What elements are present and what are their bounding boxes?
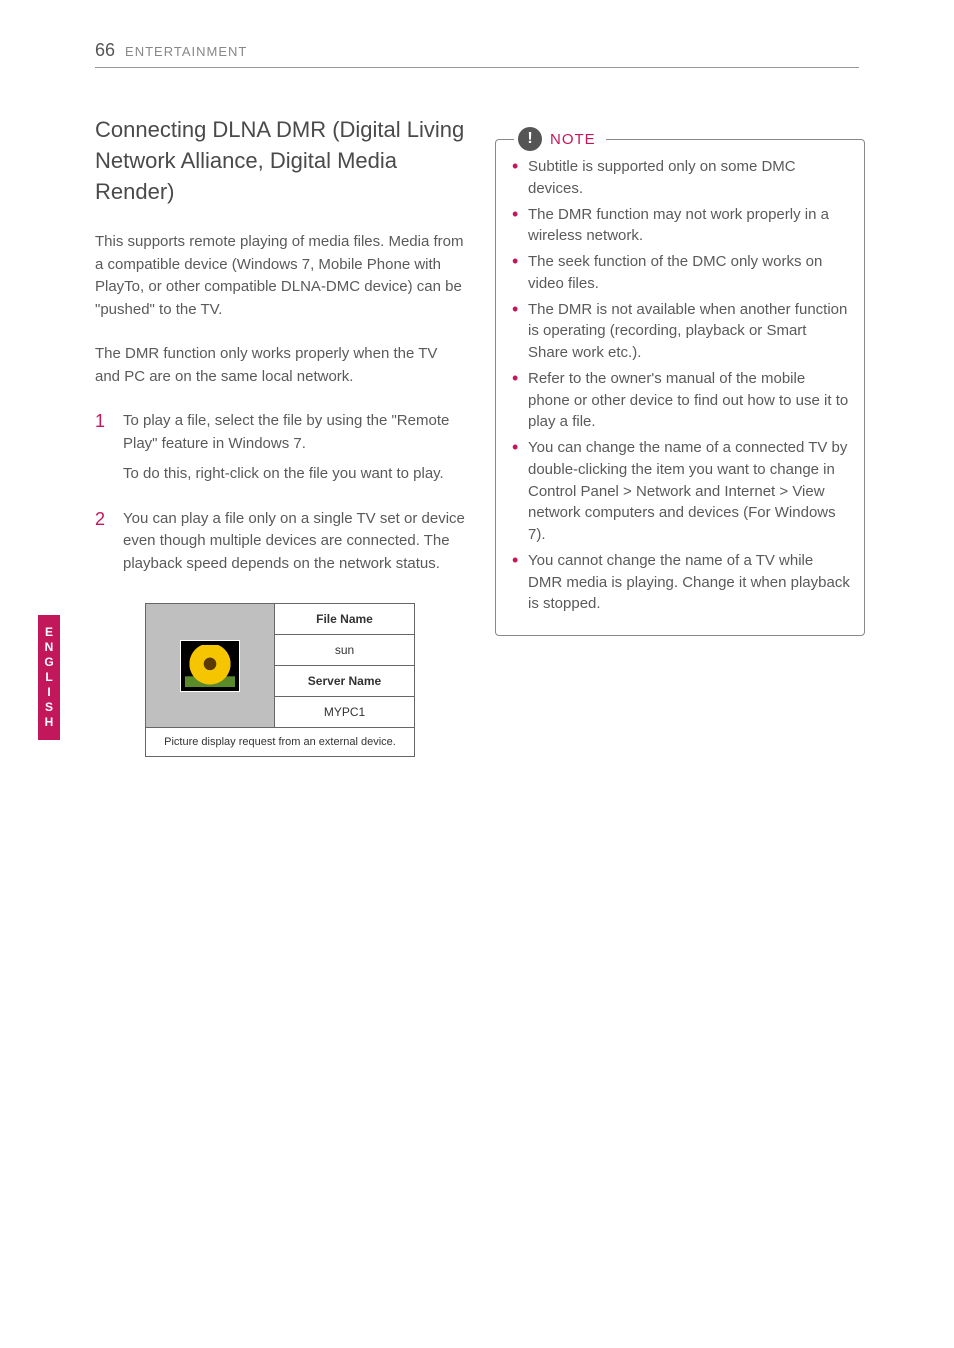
dialog-diagram: File Name sun Server Name MYPC1 Picture … [145,603,415,757]
note-item: You cannot change the name of a TV while… [510,550,850,615]
diagram-footer: Picture display request from an external… [146,727,414,756]
step-number: 2 [95,508,123,584]
left-column: Connecting DLNA DMR (Digital Living Netw… [95,115,465,757]
intro-para-1: This supports remote playing of media fi… [95,231,465,321]
note-item: The DMR is not available when another fu… [510,299,850,364]
server-name-label: Server Name [274,666,414,697]
step-number: 1 [95,410,123,494]
step-text: To do this, right-click on the file you … [123,463,465,486]
steps-list: 1 To play a file, select the file by usi… [95,410,465,583]
content-area: Connecting DLNA DMR (Digital Living Netw… [95,115,859,757]
section-name: ENTERTAINMENT [125,44,247,59]
page-number: 66 [95,40,115,61]
thumbnail-icon [180,640,240,692]
step-content: To play a file, select the file by using… [123,410,465,494]
diagram-info: File Name sun Server Name MYPC1 [274,604,414,727]
page-header: 66 ENTERTAINMENT [95,40,859,68]
step-text: To play a file, select the file by using… [123,410,465,455]
note-item: Subtitle is supported only on some DMC d… [510,156,850,200]
step-1: 1 To play a file, select the file by usi… [95,410,465,494]
note-item: The seek function of the DMC only works … [510,251,850,295]
main-heading: Connecting DLNA DMR (Digital Living Netw… [95,115,465,207]
flower-image-icon [185,645,235,687]
intro-para-2: The DMR function only works properly whe… [95,343,465,388]
note-box: ! NOTE Subtitle is supported only on som… [495,139,865,636]
server-name-value: MYPC1 [274,697,414,727]
alert-icon: ! [518,127,542,151]
note-item: You can change the name of a connected T… [510,437,850,546]
diagram-thumbnail-area [146,604,274,727]
step-2: 2 You can play a file only on a single T… [95,508,465,584]
file-name-label: File Name [274,604,414,635]
step-content: You can play a file only on a single TV … [123,508,465,584]
note-title: NOTE [550,131,596,148]
file-name-value: sun [274,635,414,666]
note-item: Refer to the owner's manual of the mobil… [510,368,850,433]
note-item: The DMR function may not work properly i… [510,204,850,248]
note-list: Subtitle is supported only on some DMC d… [510,156,850,615]
note-header: ! NOTE [514,127,606,151]
diagram-top: File Name sun Server Name MYPC1 [146,604,414,727]
language-tab: ENGLISH [38,615,60,740]
step-text: You can play a file only on a single TV … [123,508,465,576]
right-column: ! NOTE Subtitle is supported only on som… [495,115,865,757]
